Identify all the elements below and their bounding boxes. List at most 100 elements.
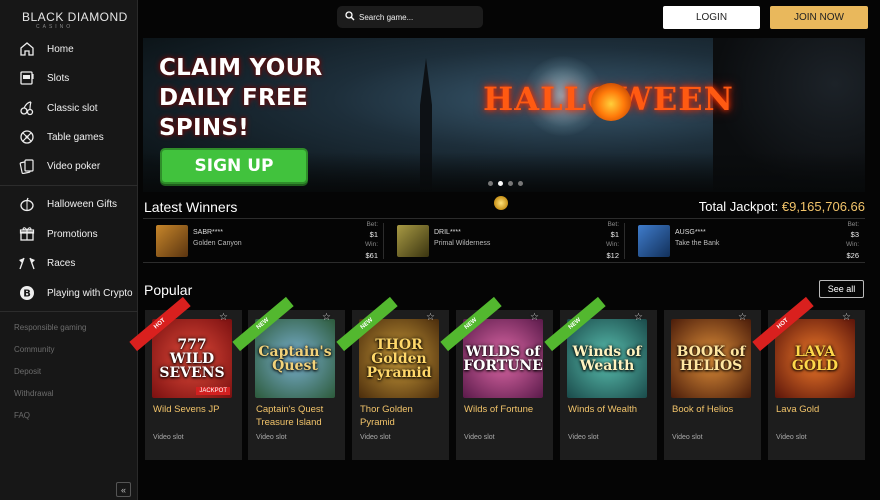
- game-type: Video slot: [360, 434, 391, 441]
- popular-heading: Popular: [144, 282, 193, 298]
- winner-username: DRIL****: [434, 229, 461, 236]
- favorite-star-icon[interactable]: ☆: [842, 312, 851, 323]
- game-title: Captain's Quest Treasure Island: [256, 404, 324, 428]
- latest-winners-heading: Latest Winners: [144, 199, 238, 215]
- favorite-star-icon[interactable]: ☆: [426, 312, 435, 323]
- favorite-star-icon[interactable]: ☆: [322, 312, 331, 323]
- sidebar: BLACK DIAMOND CASINO Home Slots Classic …: [0, 0, 138, 500]
- game-title: Book of Helios: [672, 404, 734, 415]
- search-box[interactable]: [337, 6, 483, 28]
- logo-text: BLACK DIAMOND: [22, 10, 128, 24]
- join-now-button[interactable]: JOIN NOW: [770, 6, 868, 29]
- collapse-sidebar-button[interactable]: «: [116, 482, 131, 497]
- sidebar-item-slots[interactable]: Slots: [0, 64, 138, 92]
- game-thumbnail: BOOK of HELIOS: [671, 319, 751, 398]
- game-thumbnail: THOR Golden Pyramid: [359, 319, 439, 398]
- sign-up-button[interactable]: SIGN UP: [160, 148, 308, 184]
- game-art-text: THOR Golden Pyramid: [366, 336, 432, 381]
- sidebar-item-classic-slot[interactable]: Classic slot: [0, 94, 138, 122]
- favorite-star-icon[interactable]: ☆: [530, 312, 539, 323]
- winner-entry[interactable]: SABR**** Golden Canyon Bet: $1 Win: $61: [143, 219, 384, 264]
- carousel-dot[interactable]: [518, 181, 523, 186]
- bet-label: Bet:: [607, 221, 619, 228]
- link-withdrawal[interactable]: Withdrawal: [14, 389, 54, 398]
- link-responsible-gaming[interactable]: Responsible gaming: [14, 323, 87, 332]
- winner-entry[interactable]: AUSG**** Take the Bank Bet: $3 Win: $26: [625, 219, 865, 264]
- game-thumbnail: WILDS of FORTUNE: [463, 319, 543, 398]
- carousel-dot[interactable]: [508, 181, 513, 186]
- game-art-text: Captain's Quest: [258, 343, 332, 374]
- logo-subtitle: CASINO: [36, 24, 74, 30]
- jackpot-amount: €9,165,706.66: [781, 199, 865, 214]
- brand-logo[interactable]: BLACK DIAMOND CASINO: [22, 10, 128, 30]
- carousel-dots: [488, 181, 523, 186]
- login-button[interactable]: LOGIN: [663, 6, 760, 29]
- headline-line: CLAIM YOUR: [159, 55, 323, 81]
- favorite-star-icon[interactable]: ☆: [219, 312, 228, 323]
- sidebar-item-label: Playing with Crypto: [47, 287, 133, 299]
- game-art-text: LAVA GOLD: [791, 343, 839, 374]
- game-card-book-of-helios[interactable]: BOOK of HELIOS ☆ Book of Helios Video sl…: [664, 310, 761, 460]
- slot-machine-icon: [17, 68, 37, 88]
- game-art-text: WILDS of FORTUNE: [463, 343, 543, 374]
- search-icon: [345, 11, 355, 21]
- headline-line: SPINS!: [159, 115, 250, 141]
- link-community[interactable]: Community: [14, 345, 54, 354]
- win-value: $26: [846, 251, 859, 260]
- cherry-icon: [17, 98, 37, 118]
- latest-winners-strip: SABR**** Golden Canyon Bet: $1 Win: $61 …: [143, 218, 865, 263]
- winner-username: SABR****: [193, 229, 223, 236]
- winner-username: AUSG****: [675, 229, 706, 236]
- sidebar-item-halloween-gifts[interactable]: Halloween Gifts: [0, 190, 138, 218]
- game-thumbnail: LAVA GOLD: [775, 319, 855, 398]
- banner-headline: CLAIM YOUR DAILY FREE SPINS!: [159, 53, 359, 143]
- link-faq[interactable]: FAQ: [14, 411, 30, 420]
- game-card-wilds-of-fortune[interactable]: WILDS of FORTUNE NEW ☆ Wilds of Fortune …: [440, 296, 553, 460]
- game-card-winds-of-wealth[interactable]: Winds of Wealth NEW ☆ Winds of Wealth Vi…: [544, 296, 657, 460]
- sidebar-item-label: Classic slot: [47, 102, 98, 114]
- home-icon: [17, 39, 37, 59]
- promo-banner[interactable]: CLAIM YOUR DAILY FREE SPINS! SIGN UP HAL…: [143, 38, 865, 192]
- win-value: $61: [365, 251, 378, 260]
- game-title: Winds of Wealth: [568, 404, 637, 415]
- total-jackpot: Total Jackpot: €9,165,706.66: [699, 199, 865, 214]
- sidebar-item-table-games[interactable]: Table games: [0, 123, 138, 151]
- sidebar-divider: [0, 185, 138, 186]
- game-card-lava-gold[interactable]: LAVA GOLD HOT ☆ Lava Gold Video slot: [752, 296, 865, 460]
- winner-entry[interactable]: DRIL**** Primal Wilderness Bet: $1 Win: …: [384, 219, 625, 264]
- sidebar-item-promotions[interactable]: Promotions: [0, 220, 138, 248]
- cards-icon: [17, 156, 37, 176]
- gift-icon: [17, 224, 37, 244]
- search-input[interactable]: [359, 9, 477, 25]
- favorite-star-icon[interactable]: ☆: [738, 312, 747, 323]
- link-deposit[interactable]: Deposit: [14, 367, 41, 376]
- sidebar-item-home[interactable]: Home: [0, 35, 138, 63]
- win-value: $12: [606, 251, 619, 260]
- favorite-star-icon[interactable]: ☆: [634, 312, 643, 323]
- sidebar-item-crypto[interactable]: B Playing with Crypto: [0, 279, 138, 307]
- game-art-text: Winds of Wealth: [572, 343, 642, 374]
- bitcoin-icon: B: [17, 283, 37, 303]
- bet-value: $1: [610, 230, 619, 239]
- game-card-thor-golden-pyramid[interactable]: THOR Golden Pyramid NEW ☆ Thor Golden Py…: [336, 296, 449, 460]
- bet-value: $3: [850, 230, 859, 239]
- carousel-dot[interactable]: [488, 181, 493, 186]
- win-label: Win:: [846, 241, 859, 248]
- sidebar-item-label: Video poker: [47, 160, 101, 172]
- game-card-wild-sevens-jp[interactable]: 777 WILD SEVENS JACKPOT HOT ☆ Wild Seven…: [129, 296, 242, 460]
- game-thumbnail: Captain's Quest: [255, 319, 335, 398]
- headline-line: DAILY FREE: [159, 85, 309, 111]
- winner-game-name: Primal Wilderness: [434, 240, 491, 247]
- game-title: Wilds of Fortune: [464, 404, 534, 415]
- sidebar-item-label: Slots: [47, 72, 70, 84]
- winner-game-thumbnail: [156, 225, 188, 257]
- sidebar-item-video-poker[interactable]: Video poker: [0, 152, 138, 180]
- jackpot-tag: JACKPOT: [196, 387, 230, 395]
- pumpkin-icon: [17, 194, 37, 214]
- sidebar-item-label: Races: [47, 257, 76, 269]
- carousel-dot-active[interactable]: [498, 181, 503, 186]
- sidebar-item-races[interactable]: Races: [0, 249, 138, 277]
- game-card-captains-quest[interactable]: Captain's Quest NEW ☆ Captain's Quest Tr…: [232, 296, 345, 460]
- see-all-button[interactable]: See all: [819, 280, 864, 298]
- sidebar-item-label: Promotions: [47, 228, 98, 240]
